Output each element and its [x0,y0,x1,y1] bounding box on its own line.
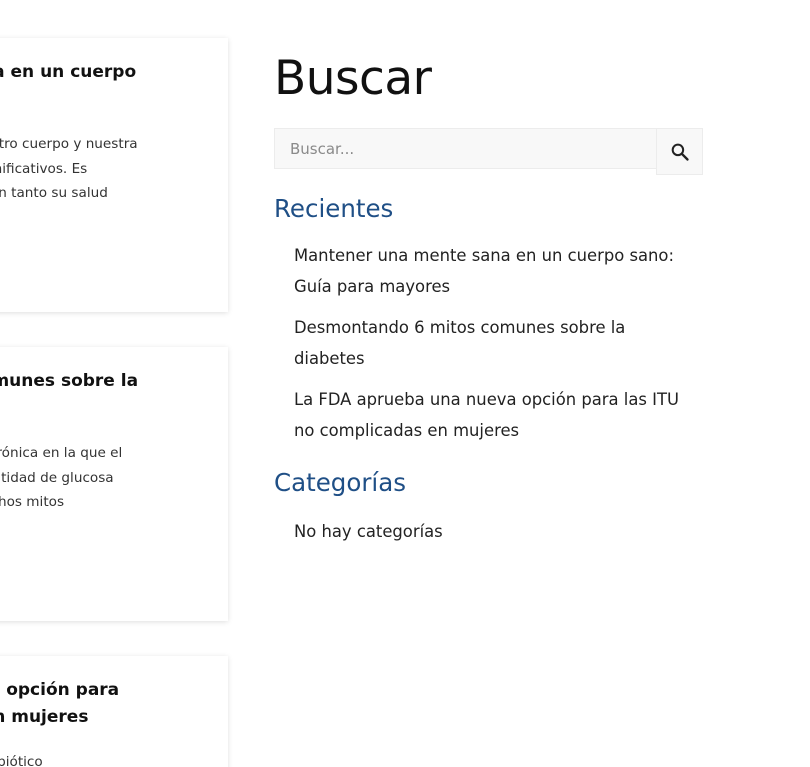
post-card-content: nueva opción para das en mujeres evo ant… [0,677,190,767]
categories-title: Categorías [274,468,406,497]
post-excerpt: nedad crónica en la que el ar la cantida… [0,445,123,510]
recent-post-link[interactable]: Mantener una mente sana en un cuerpo san… [294,241,704,302]
search-input[interactable] [274,128,656,169]
categories-list: No hay categorías [274,517,704,547]
recent-posts-list: Mantener una mente sana en un cuerpo san… [274,241,704,446]
post-card-content: e sana en un cuerpo yores es, nuestro cu… [0,59,190,206]
post-title[interactable]: os comunes sobre la [0,368,190,422]
post-excerpt: es, nuestro cuerpo y nuestra bios signif… [0,136,138,201]
post-list: e sana en un cuerpo yores es, nuestro cu… [0,0,228,767]
post-title[interactable]: nueva opción para das en mujeres [0,677,190,731]
list-item: La FDA aprueba una nueva opción para las… [294,385,704,446]
search-form [274,128,703,175]
list-item: Mantener una mente sana en un cuerpo san… [294,241,704,302]
search-button[interactable] [656,128,703,175]
search-icon [671,143,689,161]
list-item: Desmontando 6 mitos comunes sobre la dia… [294,313,704,374]
post-card-content: os comunes sobre la nedad crónica en la … [0,368,190,515]
categories-empty-message: No hay categorías [294,522,443,541]
post-card[interactable]: e sana en un cuerpo yores es, nuestro cu… [0,38,228,312]
post-title[interactable]: e sana en un cuerpo yores [0,59,190,113]
recent-post-link[interactable]: La FDA aprueba una nueva opción para las… [294,385,704,446]
post-card[interactable]: os comunes sobre la nedad crónica en la … [0,347,228,621]
post-excerpt: evo antibiótico [0,754,43,767]
page: e sana en un cuerpo yores es, nuestro cu… [0,0,810,767]
recent-posts-title: Recientes [274,194,394,223]
recent-post-link[interactable]: Desmontando 6 mitos comunes sobre la dia… [294,313,704,374]
sidebar: Buscar Recientes Mantener una mente sana… [274,48,704,547]
search-title: Buscar [274,51,432,106]
post-card[interactable]: nueva opción para das en mujeres evo ant… [0,656,228,767]
